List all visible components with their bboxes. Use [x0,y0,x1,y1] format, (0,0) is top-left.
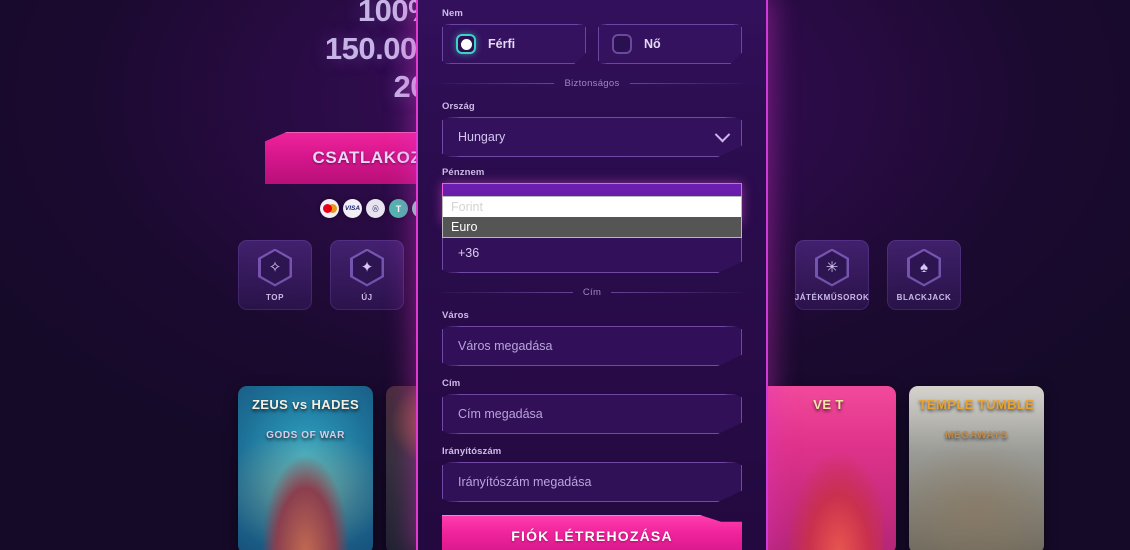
wheel-icon: ✳ [815,248,849,287]
mastercard-icon [320,199,339,218]
gender-option-male[interactable]: Férfi [442,24,586,64]
gender-option-label: Férfi [488,37,516,51]
currency-field: Pénznem Forint Forint Euro [442,167,742,238]
currency-label: Pénznem [442,167,485,178]
category-tile-gameshows[interactable]: ✳ JÁTÉKMŰSOROK [795,240,869,310]
gender-option-female[interactable]: Nő [598,24,742,64]
divider-line-left [442,83,555,84]
category-label: ÚJ [361,292,373,302]
award-icon: ✧ [258,248,292,287]
game-title: TEMPLE TUMBLE [918,397,1035,412]
address-placeholder: Cím megadása [458,407,543,421]
zip-label: Irányítószám [442,446,502,457]
game-card[interactable]: VE T [761,386,896,550]
gender-field: Nem Férfi Nő [442,8,742,64]
phone-prefix-field: +36 [442,233,742,273]
divider-line-right [611,292,743,293]
city-label: Város [442,310,469,321]
gender-option-label: Nő [644,37,661,51]
category-label: JÁTÉKMŰSOROK [794,292,870,302]
game-title: ZEUS vs HADES [251,397,360,412]
join-cta-label: CSATLAKOZZ [312,148,433,167]
payment-logos: VISA ⓝ T G [320,199,431,218]
category-tiles-left: ✧ TOP ✦ ÚJ [238,240,404,310]
divider-label: Cím [582,287,602,298]
gender-label: Nem [442,8,463,19]
divider-line-left [442,292,573,293]
currency-option-forint[interactable]: Forint [443,197,741,217]
address-label: Cím [442,378,461,389]
zip-field: Irányítószám Irányítószám megadása [442,446,742,502]
country-label: Ország [442,101,475,112]
skrill-icon: ⓝ [366,199,385,218]
currency-option-euro[interactable]: Euro [443,217,741,237]
divider-security: Biztonságos [442,78,742,89]
game-cards-right: VE T TEMPLE TUMBLE MEGAWAYS [761,386,1044,550]
address-field: Cím Cím megadása [442,378,742,434]
currency-dropdown[interactable]: Forint Euro [442,196,742,238]
game-card[interactable]: ZEUS vs HADES GODS OF WAR [238,386,373,550]
divider-line-right [629,83,742,84]
zip-placeholder: Irányítószám megadása [458,475,592,489]
city-placeholder: Város megadása [458,339,553,353]
zip-input[interactable]: Irányítószám megadása [442,462,742,502]
trustly-icon: T [389,199,408,218]
city-field: Város Város megadása [442,310,742,366]
category-tile-top[interactable]: ✧ TOP [238,240,312,310]
spade-icon: ♠ [907,248,941,287]
app-root: 100% a 150.000 F 200 I CSATLAKOZZ VISA ⓝ… [0,0,1130,550]
radio-male[interactable] [456,34,476,54]
divider-label: Biztonságos [564,78,620,89]
category-label: TOP [266,292,284,302]
country-field: Ország Hungary [442,101,742,157]
country-value: Hungary [458,130,506,144]
category-tile-new[interactable]: ✦ ÚJ [330,240,404,310]
game-subtitle: GODS OF WAR [266,430,345,441]
radio-female[interactable] [612,34,632,54]
category-tiles-right: ✳ JÁTÉKMŰSOROK ♠ BLACKJACK [795,240,961,310]
game-title: VE T [813,397,844,412]
game-card[interactable]: TEMPLE TUMBLE MEGAWAYS [909,386,1044,550]
phone-prefix-value: +36 [458,246,480,260]
sparkle-icon: ✦ [350,248,384,287]
city-input[interactable]: Város megadása [442,326,742,366]
category-label: BLACKJACK [896,292,952,302]
category-tile-blackjack[interactable]: ♠ BLACKJACK [887,240,961,310]
visa-icon: VISA [343,199,362,218]
registration-modal: Nem Férfi Nő Biztonságos Ország Hungary … [416,0,768,550]
create-account-label: FIÓK LÉTREHOZÁSA [511,528,673,544]
address-input[interactable]: Cím megadása [442,394,742,434]
chevron-down-icon [714,126,731,142]
gender-options: Férfi Nő [442,24,742,64]
country-select[interactable]: Hungary [442,117,742,157]
game-subtitle: MEGAWAYS [945,430,1008,441]
divider-address: Cím [442,287,743,298]
create-account-button[interactable]: FIÓK LÉTREHOZÁSA [442,515,742,550]
phone-prefix-input[interactable]: +36 [442,233,742,273]
